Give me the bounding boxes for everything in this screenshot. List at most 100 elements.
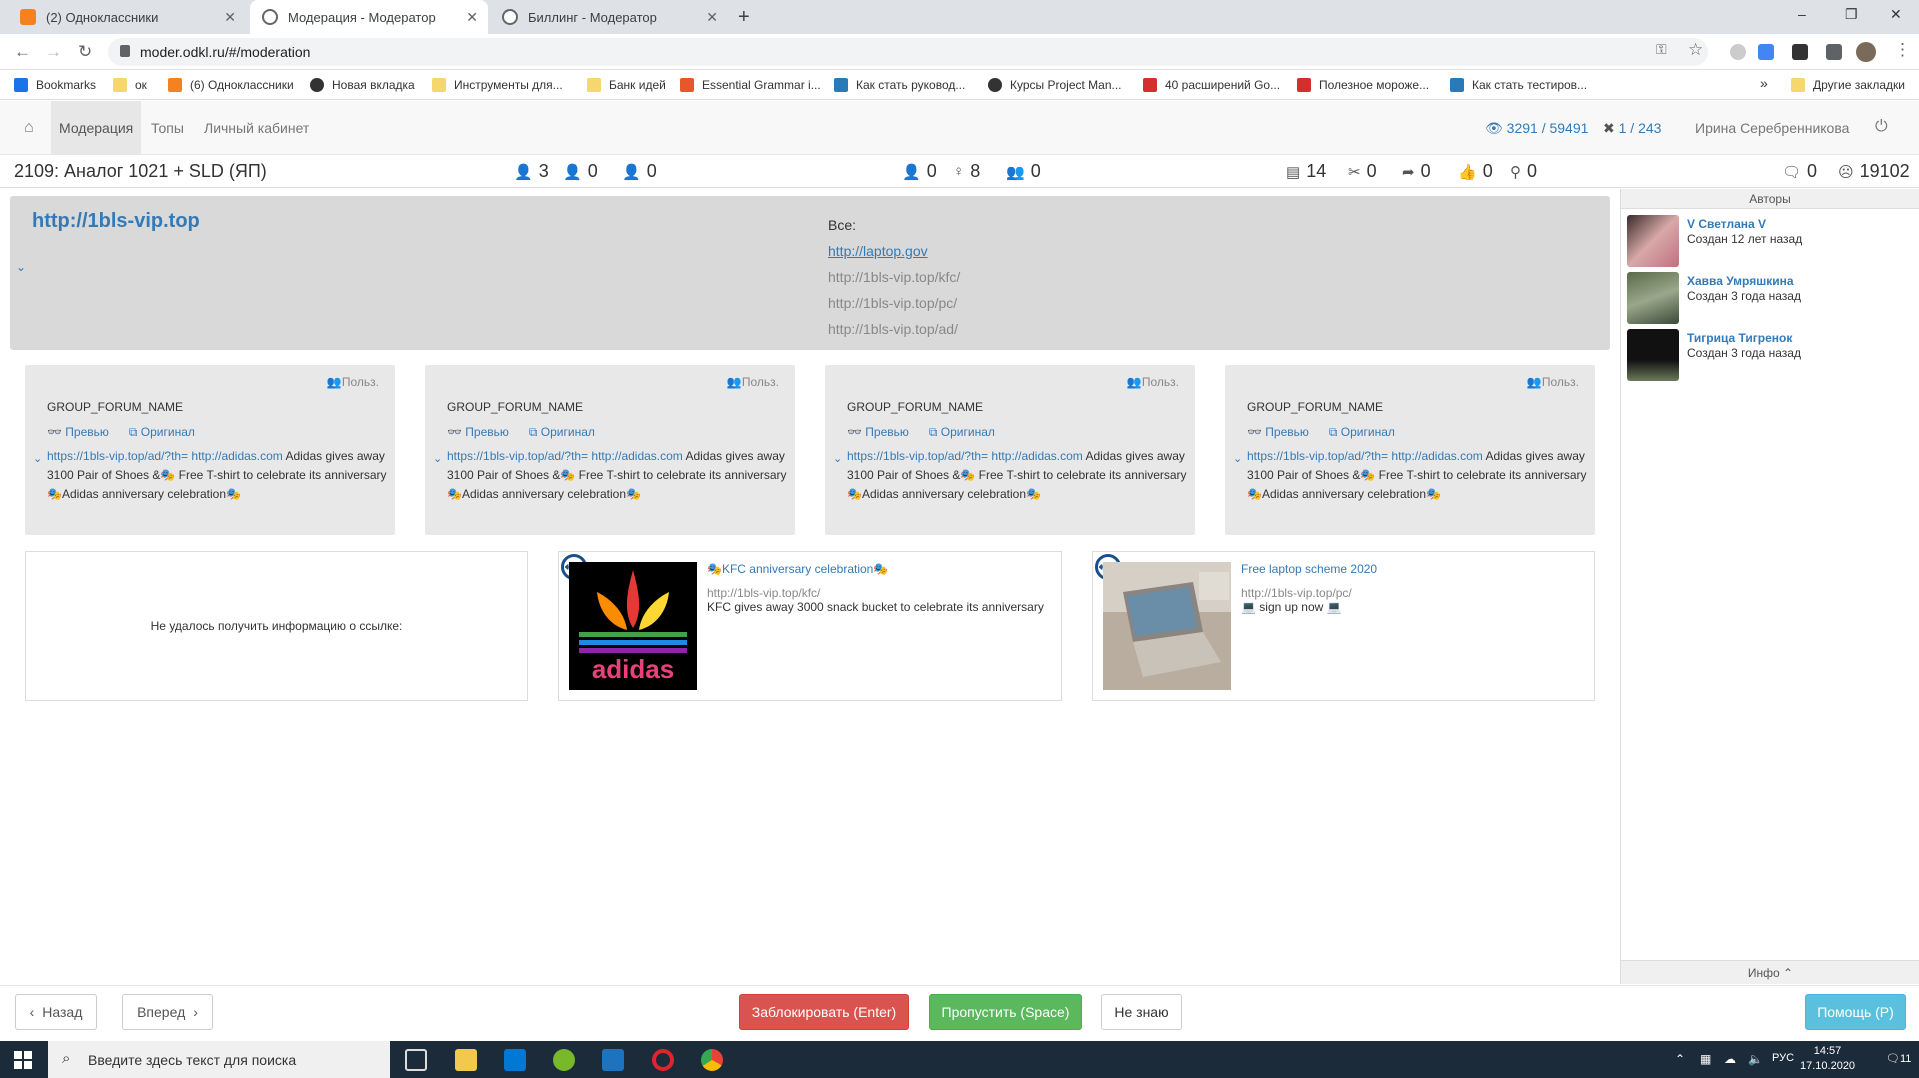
link-preview-pc[interactable]: ⟷ Free laptop scheme 2020 http://1bls-vi…	[1092, 551, 1595, 701]
bookmark-item[interactable]: Инструменты для...	[432, 78, 563, 92]
author-item[interactable]: V Светлана V Создан 12 лет назад	[1627, 215, 1907, 267]
excel-extension-icon[interactable]	[1792, 44, 1808, 60]
extension-icon[interactable]	[1730, 44, 1746, 60]
profile-avatar[interactable]	[1856, 42, 1876, 62]
tray-chevron-icon[interactable]: ⌃	[1675, 1052, 1685, 1066]
network-icon[interactable]: ▦	[1700, 1052, 1711, 1066]
other-bookmarks[interactable]: Другие закладки	[1791, 78, 1905, 92]
home-icon[interactable]: ⌂	[24, 119, 34, 137]
blocked-stat[interactable]: ✖ 1 / 243	[1603, 120, 1661, 137]
original-link[interactable]: ⧉ Оригинал	[529, 425, 605, 439]
author-name[interactable]: V Светлана V	[1687, 217, 1766, 231]
post-link[interactable]: https://1bls-vip.top/ad/?th= http://adid…	[47, 449, 283, 463]
user-name[interactable]: Ирина Серебренникова	[1695, 120, 1849, 136]
task-view-icon[interactable]	[405, 1049, 427, 1071]
url-field[interactable]: moder.odkl.ru/#/moderation	[108, 38, 1708, 66]
translate-icon[interactable]	[1758, 44, 1774, 60]
browser-tab-billing[interactable]: Биллинг - Модератор ✕	[490, 0, 728, 34]
forward-arrow-icon[interactable]: →	[45, 42, 62, 62]
close-window-button[interactable]: ✕	[1890, 6, 1902, 23]
extensions-icon[interactable]	[1826, 44, 1842, 60]
bookmark-item[interactable]: 40 расширений Go...	[1143, 78, 1280, 92]
power-icon[interactable]: ⏻	[1875, 118, 1888, 136]
file-explorer-icon[interactable]	[455, 1049, 477, 1071]
author-name[interactable]: Тигрица Тигренок	[1687, 331, 1792, 345]
bookmark-item[interactable]: Как стать тестиров...	[1450, 78, 1587, 92]
bookmark-item[interactable]: Новая вкладка	[310, 78, 415, 92]
bookmark-item[interactable]: Курсы Project Man...	[988, 78, 1122, 92]
close-tab-icon[interactable]: ✕	[224, 9, 236, 26]
taskbar-search-field[interactable]: ⌕ Введите здесь текст для поиска	[48, 1041, 390, 1078]
forward-button[interactable]: Вперед ›	[122, 994, 213, 1030]
chevron-down-icon[interactable]: ⌄	[16, 260, 26, 274]
taskbar-clock[interactable]: 14:57 17.10.2020	[1800, 1044, 1855, 1074]
mail-icon[interactable]	[602, 1049, 624, 1071]
language-indicator[interactable]: РУС	[1772, 1052, 1794, 1064]
all-link[interactable]: http://1bls-vip.top/pc/	[828, 290, 960, 316]
back-arrow-icon[interactable]: ←	[14, 42, 31, 62]
block-button[interactable]: Заблокировать (Enter)	[739, 994, 909, 1030]
dont-know-button[interactable]: Не знаю	[1101, 994, 1182, 1030]
minimize-button[interactable]: –	[1798, 6, 1806, 22]
maximize-button[interactable]: ❐	[1845, 6, 1858, 23]
skip-button[interactable]: Пропустить (Space)	[929, 994, 1082, 1030]
reload-icon[interactable]: ↻	[78, 42, 92, 62]
help-button[interactable]: Помощь (P)	[1805, 994, 1906, 1030]
extension-puzzle-icon[interactable]: ⚿	[1656, 41, 1667, 58]
chevron-down-icon[interactable]: ⌄	[33, 450, 42, 469]
all-link[interactable]: http://1bls-vip.top/kfc/	[828, 264, 960, 290]
chevron-down-icon[interactable]: ⌄	[1233, 450, 1242, 469]
views-stat[interactable]: 👁 3291 / 59491	[1485, 120, 1588, 137]
preview-link[interactable]: 👓 Превью	[447, 425, 519, 439]
original-link[interactable]: ⧉ Оригинал	[929, 425, 1005, 439]
nav-moderation[interactable]: Модерация	[51, 101, 142, 155]
original-link[interactable]: ⧉ Оригинал	[129, 425, 205, 439]
browser-tab-moderation[interactable]: Модерация - Модератор ✕	[250, 0, 488, 34]
chevron-down-icon[interactable]: ⌄	[433, 450, 442, 469]
preview-title[interactable]: 🎭KFC anniversary celebration🎭	[707, 562, 888, 576]
bookmark-item[interactable]: Банк идей	[587, 78, 666, 92]
post-link[interactable]: https://1bls-vip.top/ad/?th= http://adid…	[447, 449, 683, 463]
chrome-icon[interactable]	[701, 1049, 723, 1071]
store-icon[interactable]	[504, 1049, 526, 1071]
volume-icon[interactable]: 🔈	[1748, 1052, 1763, 1066]
preview-link[interactable]: 👓 Превью	[1247, 425, 1319, 439]
bookmark-item[interactable]: Bookmarks	[14, 78, 96, 92]
author-name[interactable]: Хавва Умряшкина	[1687, 274, 1794, 288]
all-link[interactable]: http://laptop.gov	[828, 238, 960, 264]
chevron-down-icon[interactable]: ⌄	[833, 450, 842, 469]
bookmark-item[interactable]: (6) Одноклассники	[168, 78, 294, 92]
site-favicon-icon	[1297, 78, 1311, 92]
back-button[interactable]: ‹ Назад	[15, 994, 97, 1030]
bookmark-item[interactable]: Как стать руковод...	[834, 78, 965, 92]
nav-cabinet[interactable]: Личный кабинет	[196, 101, 317, 155]
new-tab-button[interactable]: +	[738, 6, 750, 29]
menu-kebab-icon[interactable]: ⋮	[1894, 40, 1911, 60]
cloud-icon[interactable]: ☁	[1724, 1052, 1736, 1066]
preview-title[interactable]: Free laptop scheme 2020	[1241, 562, 1377, 576]
windows-start-icon[interactable]	[14, 1051, 32, 1069]
utorrent-icon[interactable]	[553, 1049, 575, 1071]
bookmark-item[interactable]: Полезное мороже...	[1297, 78, 1429, 92]
all-link[interactable]: http://1bls-vip.top/ad/	[828, 316, 960, 342]
author-item[interactable]: Хавва Умряшкина Создан 3 года назад	[1627, 272, 1907, 324]
close-tab-icon[interactable]: ✕	[466, 9, 478, 26]
close-tab-icon[interactable]: ✕	[706, 9, 718, 26]
info-toggle[interactable]: Инфо ⌃	[1621, 960, 1919, 984]
post-link[interactable]: https://1bls-vip.top/ad/?th= http://adid…	[847, 449, 1083, 463]
bookmark-item[interactable]: Essential Grammar i...	[680, 78, 821, 92]
author-item[interactable]: Тигрица Тигренок Создан 3 года назад	[1627, 329, 1907, 381]
opera-icon[interactable]	[652, 1049, 674, 1071]
browser-tab-odnoklassniki[interactable]: (2) Одноклассники ✕	[8, 0, 246, 34]
original-link[interactable]: ⧉ Оригинал	[1329, 425, 1405, 439]
main-link[interactable]: http://1bls-vip.top	[32, 210, 200, 233]
link-preview-kfc[interactable]: ⟷ adidas 🎭KFC anniversary celebration🎭 h…	[558, 551, 1062, 701]
more-bookmarks-button[interactable]: »	[1760, 75, 1768, 91]
bookmark-star-icon[interactable]: ☆	[1688, 40, 1703, 60]
preview-link[interactable]: 👓 Превью	[847, 425, 919, 439]
nav-tops[interactable]: Топы	[143, 101, 192, 155]
bookmark-item[interactable]: ок	[113, 78, 147, 92]
preview-link[interactable]: 👓 Превью	[47, 425, 119, 439]
post-link[interactable]: https://1bls-vip.top/ad/?th= http://adid…	[1247, 449, 1483, 463]
notification-icon[interactable]: 🗨11	[1886, 1052, 1911, 1065]
